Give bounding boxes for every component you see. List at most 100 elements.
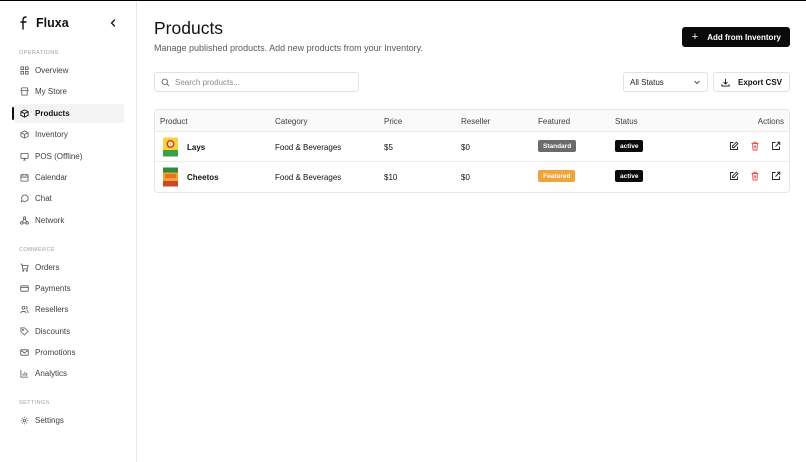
product-name[interactable]: Lays — [187, 143, 205, 152]
sidebar-item-calendar[interactable]: Calendar — [14, 168, 124, 187]
sidebar-item-label: Resellers — [35, 305, 69, 314]
external-link-icon — [772, 141, 781, 150]
sidebar-item-analytics[interactable]: Analytics — [14, 364, 124, 383]
sidebar-item-my-store[interactable]: My Store — [14, 82, 124, 101]
main-content: Products Manage published products. Add … — [137, 1, 806, 462]
featured-badge: Featured — [538, 170, 576, 182]
sidebar-item-products[interactable]: Products — [12, 104, 124, 123]
column-header-actions: Actions — [757, 117, 784, 126]
add-from-inventory-label: Add from Inventory — [707, 32, 781, 42]
sidebar-item-network[interactable]: Network — [14, 211, 124, 230]
calendar-icon — [20, 173, 29, 182]
cart-icon — [20, 263, 29, 272]
grid-icon — [20, 66, 29, 75]
open-external-button[interactable] — [771, 141, 781, 151]
sidebar-item-pos[interactable]: POS (Offline) — [14, 147, 124, 166]
status-badge: active — [615, 170, 644, 182]
app-window: Fluxa OPERATIONS Overview My Store Produ… — [0, 0, 806, 462]
sidebar-item-resellers[interactable]: Resellers — [14, 300, 124, 319]
search-icon — [161, 78, 170, 86]
sidebar-item-inventory[interactable]: Inventory — [14, 125, 124, 144]
column-header-product[interactable]: Product — [160, 117, 188, 126]
product-category: Food & Beverages — [275, 173, 342, 182]
sidebar-item-label: Payments — [35, 284, 71, 293]
sidebar-item-label: Chat — [35, 194, 52, 203]
column-header-category[interactable]: Category — [275, 117, 307, 126]
trash-icon — [751, 141, 759, 151]
sidebar-item-label: My Store — [35, 87, 68, 96]
sidebar-item-label: Overview — [35, 66, 69, 75]
sidebar-item-label: Products — [35, 109, 70, 118]
products-table: Product Category Price Reseller Featured… — [154, 109, 790, 193]
column-header-status[interactable]: Status — [615, 117, 638, 126]
sidebar-item-label: Calendar — [35, 173, 68, 182]
export-csv-label: Export CSV — [737, 77, 782, 87]
edit-icon — [730, 171, 739, 180]
users-icon — [20, 305, 29, 314]
edit-button[interactable] — [729, 171, 739, 181]
plus-icon: + — [691, 30, 699, 43]
chevron-left-icon[interactable] — [108, 18, 118, 28]
sidebar-item-label: POS (Offline) — [35, 152, 83, 161]
sidebar-item-orders[interactable]: Orders — [14, 258, 124, 277]
sidebar-item-label: Network — [35, 216, 65, 225]
open-external-button[interactable] — [771, 171, 781, 181]
tag-icon — [20, 327, 29, 336]
sidebar-item-label: Orders — [35, 263, 60, 272]
logo-icon — [20, 16, 27, 30]
product-thumbnail-lays — [163, 137, 178, 157]
chart-icon — [20, 369, 29, 378]
sidebar-item-label: Settings — [35, 416, 64, 425]
card-icon — [20, 285, 29, 292]
product-thumbnail-cheetos — [163, 167, 178, 187]
sidebar-item-overview[interactable]: Overview — [14, 61, 124, 80]
add-from-inventory-button[interactable]: + Add from Inventory — [681, 27, 790, 47]
sidebar-item-discounts[interactable]: Discounts — [14, 322, 124, 341]
section-label-operations: OPERATIONS — [19, 50, 59, 56]
package-icon — [20, 130, 29, 139]
sidebar-item-promotions[interactable]: Promotions — [14, 343, 124, 362]
page-title: Products — [154, 18, 224, 38]
table-row[interactable]: Cheetos Food & Beverages $10 $0 Featured… — [155, 162, 789, 192]
sidebar-item-label: Analytics — [35, 369, 68, 378]
column-header-reseller[interactable]: Reseller — [461, 117, 490, 126]
section-label-commerce: COMMERCE — [19, 247, 55, 253]
product-price: $5 — [384, 143, 393, 152]
section-label-settings: SETTINGS — [19, 400, 50, 406]
export-csv-button[interactable]: Export CSV — [713, 72, 790, 92]
search-input[interactable] — [175, 77, 355, 87]
edit-icon — [730, 141, 739, 150]
delete-button[interactable] — [750, 141, 760, 151]
external-link-icon — [772, 171, 781, 180]
status-filter-value: All Status — [630, 77, 664, 87]
gear-icon — [20, 416, 29, 425]
column-header-featured[interactable]: Featured — [538, 117, 570, 126]
chat-icon — [20, 194, 29, 203]
sidebar-item-chat[interactable]: Chat — [14, 189, 124, 208]
app-name: Fluxa — [36, 16, 69, 30]
sidebar: Fluxa OPERATIONS Overview My Store Produ… — [0, 1, 137, 462]
chevron-down-icon — [694, 80, 700, 85]
monitor-icon — [20, 152, 29, 161]
sidebar-item-settings[interactable]: Settings — [14, 411, 124, 430]
product-category: Food & Beverages — [275, 143, 342, 152]
edit-button[interactable] — [729, 141, 739, 151]
product-price: $10 — [384, 173, 398, 182]
sidebar-item-payments[interactable]: Payments — [14, 279, 124, 298]
sidebar-item-label: Promotions — [35, 348, 76, 357]
row-actions — [729, 171, 781, 181]
row-actions — [729, 141, 781, 151]
sidebar-item-label: Inventory — [35, 130, 68, 139]
network-icon — [20, 216, 29, 225]
table-row[interactable]: Lays Food & Beverages $5 $0 Standard act… — [155, 132, 789, 162]
column-header-price[interactable]: Price — [384, 117, 402, 126]
search-box — [154, 72, 359, 92]
product-reseller-price: $0 — [461, 173, 470, 182]
status-badge: active — [615, 140, 644, 152]
sidebar-item-label: Discounts — [35, 327, 71, 336]
product-name[interactable]: Cheetos — [187, 173, 219, 182]
delete-button[interactable] — [750, 171, 760, 181]
box-icon — [20, 109, 29, 118]
page-subtitle: Manage published products. Add new produ… — [154, 43, 423, 53]
status-filter-select[interactable]: All Status — [623, 72, 708, 92]
